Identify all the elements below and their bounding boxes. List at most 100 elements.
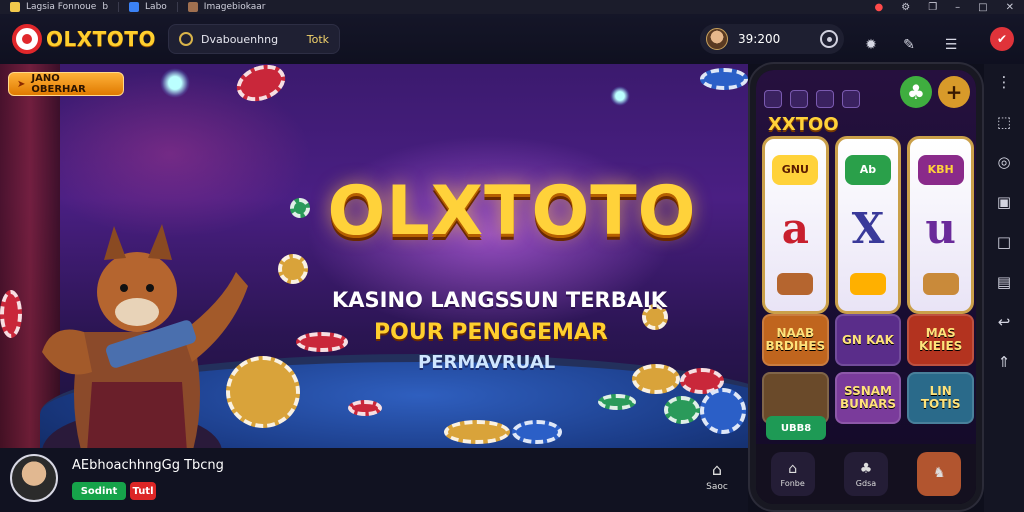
reel-symbol-bottom [922, 273, 959, 296]
phone-bottom-nav: ⌂ Fonbe ♣ Gdsa ♞ [756, 444, 976, 504]
sun-settings-icon[interactable]: ✹ [862, 36, 880, 54]
phone-top-row [764, 84, 964, 114]
tab-favicon-icon [10, 2, 20, 12]
mini-game-icon[interactable] [764, 90, 782, 108]
search-tag[interactable]: Totk [307, 33, 329, 46]
site-header: OLXTOTO Dvabouenhng Totk 39:200 ✹ ✎ ☰ [0, 14, 1024, 64]
window-controls: ● ⚙ ❐ – □ ✕ [874, 0, 1014, 14]
browser-tabstrip: Lagsia Fonnoue b Labo Imagebiokaar ● ⚙ ❐… [0, 0, 1024, 14]
tab-label: Imagebiokaar [203, 2, 266, 12]
spotlight-icon [160, 68, 190, 98]
spotlight-icon [610, 86, 630, 106]
reel-symbol-top: GNU [772, 154, 819, 185]
restore-icon[interactable]: ❐ [928, 2, 937, 13]
notification-icon[interactable]: ✔ [990, 27, 1014, 51]
plus-icon[interactable]: + [938, 76, 970, 108]
back-icon[interactable]: ↩ [992, 310, 1016, 334]
red-action-button[interactable]: Tutl [130, 482, 156, 500]
tab-extra: b [102, 2, 109, 12]
user-name: AEbhoachhngGg Tbcng [72, 458, 224, 473]
tab-favicon-icon [129, 2, 140, 12]
slot-reel: GNU a [762, 136, 829, 314]
search-box[interactable]: Dvabouenhng Totk [168, 24, 340, 54]
tab-label: Lagsia Fonnoue [26, 2, 97, 12]
tab-1[interactable]: Lagsia Fonnoue b [0, 0, 118, 14]
user-avatar[interactable] [10, 454, 58, 502]
more-icon[interactable]: ⋮ [992, 70, 1016, 94]
green-action-button[interactable]: Sodint [72, 482, 126, 500]
mini-game-icon[interactable] [790, 90, 808, 108]
record-icon[interactable]: ● [874, 2, 883, 13]
game-tile[interactable]: NAAB BRDIHES [762, 314, 829, 366]
brand-title: OLXTOTO [327, 172, 697, 251]
phone-nav-home[interactable]: ⌂ Fonbe [770, 452, 815, 496]
mini-game-icon[interactable] [816, 90, 834, 108]
game-tile[interactable]: GN KAK [834, 314, 902, 366]
casino-chip-icon [278, 254, 308, 284]
slot-reels[interactable]: GNU a Ab X KBH u [762, 136, 975, 314]
phone-nav-games[interactable]: ♣ Gdsa [843, 452, 888, 496]
reel-symbol-top: KBH [917, 154, 964, 185]
right-toolbar: ⋮ ⬚ ◎ ▣ □ ▤ ↩ ⇑ [984, 64, 1024, 512]
up-arrow-icon[interactable]: ⇑ [992, 350, 1016, 374]
tab-favicon-icon [187, 2, 198, 12]
settings-icon[interactable]: ⚙ [901, 2, 910, 13]
search-icon [179, 32, 193, 46]
tab-2[interactable]: Labo [119, 0, 177, 14]
menu-icon[interactable]: ☰ [942, 36, 960, 54]
casino-chip-icon [290, 198, 310, 218]
casino-chip-icon [700, 68, 748, 90]
phone-screen: ♣ + XXTOO GNU a Ab X KBH u NAAB BRDIHES … [756, 70, 976, 504]
casino-chip-icon [348, 400, 382, 416]
tab-label: Labo [145, 2, 167, 12]
mini-game-icon[interactable] [842, 90, 860, 108]
slot-reel: Ab X [834, 136, 902, 314]
wallet-icon[interactable] [820, 30, 838, 48]
image-icon[interactable]: ▣ [992, 190, 1016, 214]
share-icon: ⌂ [711, 460, 723, 479]
screenshot-icon[interactable]: ⬚ [992, 110, 1016, 134]
casino-chip-icon [512, 420, 562, 444]
tab-3[interactable]: Imagebiokaar [178, 0, 276, 14]
reel-symbol-top: Ab [845, 154, 891, 185]
phone-nav-profile[interactable]: ♞ [917, 452, 962, 496]
club-icon: ♣ [859, 460, 873, 477]
edit-icon[interactable]: ✎ [900, 36, 918, 54]
casino-chip-icon [444, 420, 510, 444]
search-text: Dvabouenhng [201, 32, 279, 46]
balance-widget[interactable]: 39:200 [700, 24, 844, 54]
phone-nav-label: Gdsa [855, 478, 877, 488]
minimize-icon[interactable]: – [955, 2, 960, 13]
share-label: Saoc [706, 482, 728, 492]
phone-pill-button[interactable]: UBB8 [766, 416, 826, 440]
share-button[interactable]: ⌂ Saoc [700, 460, 734, 492]
game-tile[interactable]: SSNAM BUNARS [834, 372, 902, 424]
game-tiles-grid: NAAB BRDIHES GN KAK MAS KIEIES SSNAM BUN… [762, 314, 974, 424]
reel-symbol-bottom [777, 273, 814, 296]
casino-chip-icon [296, 332, 348, 352]
chart-icon[interactable]: ▤ [992, 270, 1016, 294]
square-icon[interactable]: □ [992, 230, 1016, 254]
promo-badge[interactable]: ➤ JANO OBERHAR [8, 72, 124, 96]
balance-value: 39:200 [738, 32, 781, 46]
maximize-icon[interactable]: □ [978, 2, 987, 13]
game-tile[interactable]: LIN TOTIS [907, 372, 974, 424]
record-icon[interactable]: ◎ [992, 150, 1016, 174]
reel-symbol-main: a [781, 204, 809, 254]
tagline-line-3: PERMAVRUAL [418, 352, 556, 373]
game-tile[interactable]: MAS KIEIES [907, 314, 974, 366]
tagline-line-2: POUR PENGGEMAR [374, 320, 608, 345]
logo-mark-icon [12, 24, 42, 54]
hero-banner[interactable]: ➤ JANO OBERHAR OLXTOTO KASINO LANGSSUN T… [0, 64, 748, 448]
clover-icon[interactable]: ♣ [900, 76, 932, 108]
horse-icon: ♞ [933, 465, 946, 481]
casino-chip-icon [598, 394, 636, 410]
close-icon[interactable]: ✕ [1006, 2, 1014, 13]
reel-symbol-main: u [925, 204, 956, 254]
home-icon: ⌂ [788, 460, 798, 477]
phone-game-title: XXTOO [768, 114, 839, 135]
user-avatar-icon [706, 28, 728, 50]
site-logo[interactable]: OLXTOTO [12, 24, 156, 54]
casino-chip-icon [632, 364, 680, 394]
casino-chip-icon [0, 290, 22, 338]
